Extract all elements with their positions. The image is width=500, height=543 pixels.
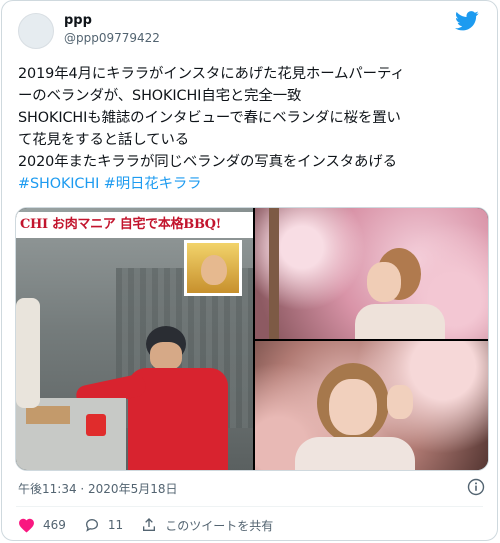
- media-photo-balcony[interactable]: [255, 341, 488, 470]
- media-grid: CHI お肉マニア 自宅で本格BBQ!: [15, 207, 489, 471]
- action-bar: 469 11 このツイートを共有: [18, 516, 291, 534]
- reply-count: 11: [107, 518, 124, 532]
- twitter-bird-icon[interactable]: [455, 11, 479, 31]
- share-label: このツイートを共有: [165, 518, 274, 533]
- tweet-body: 2019年4月にキララがインスタにあげた花見ホームパーティ ーのベランダが、SH…: [18, 63, 490, 195]
- avatar[interactable]: [18, 13, 54, 49]
- heart-icon: [19, 518, 34, 533]
- inset-photo: [184, 240, 242, 296]
- share-button[interactable]: このツイートを共有: [141, 517, 273, 534]
- hashtag-shokichi[interactable]: #SHOKICHI: [18, 176, 99, 192]
- tweet-line: て花見をすると話している: [18, 132, 190, 148]
- divider: [16, 506, 483, 507]
- share-icon: [143, 518, 156, 531]
- photo-banner-text: CHI お肉マニア 自宅で本格BBQ!: [16, 212, 253, 238]
- reply-icon: [85, 518, 98, 532]
- reply-button[interactable]: 11: [84, 517, 123, 533]
- like-button[interactable]: 469: [18, 517, 66, 533]
- tweet-timestamp[interactable]: 午後11:34 · 2020年5月18日: [18, 480, 177, 497]
- like-count: 469: [43, 518, 66, 532]
- media-photo-cherry-blossom[interactable]: [255, 208, 488, 339]
- tweet-line: 2019年4月にキララがインスタにあげた花見ホームパーティ: [18, 66, 405, 82]
- author-handle[interactable]: @ppp09779422: [64, 31, 160, 45]
- hashtag-kirara[interactable]: #明日花キララ: [104, 176, 202, 192]
- tweet-line: 2020年またキララが同じベランダの写真をインスタあげる: [18, 154, 397, 170]
- media-photo-bbq[interactable]: CHI お肉マニア 自宅で本格BBQ!: [16, 208, 253, 470]
- author-name[interactable]: ppp: [64, 13, 92, 28]
- tweet-line: SHOKICHIも雑誌のインタビューで春にベランダに桜を置い: [18, 110, 401, 126]
- tweet-line: ーのベランダが、SHOKICHI自宅と完全一致: [18, 88, 302, 104]
- info-icon[interactable]: [467, 478, 485, 496]
- tweet-card[interactable]: ppp @ppp09779422 2019年4月にキララがインスタにあげた花見ホ…: [1, 0, 498, 541]
